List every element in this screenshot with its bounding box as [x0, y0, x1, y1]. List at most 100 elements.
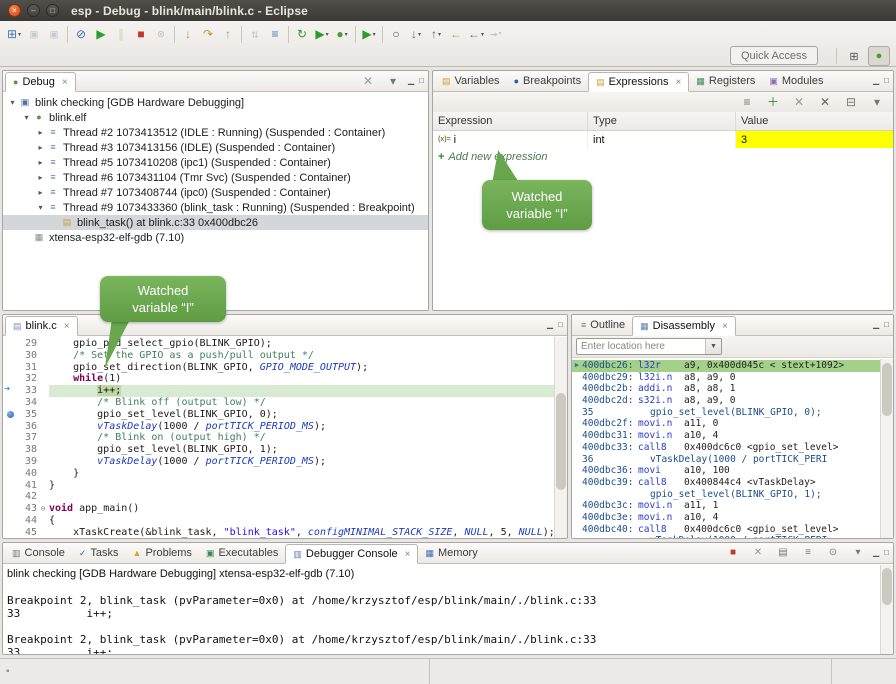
debug-tree-row[interactable]: ▸≡Thread #5 1073410208 (ipc1) (Suspended…	[3, 155, 428, 170]
minimize-view-icon[interactable]: ▁	[873, 549, 879, 557]
disassembly-line[interactable]: 400dbc3e:movi.na10, 4	[572, 512, 893, 524]
next-annotation-icon[interactable]: ↓▾	[406, 24, 426, 44]
editor-line[interactable]: 42	[3, 491, 567, 503]
minimize-view-icon[interactable]: ▁	[873, 321, 879, 329]
minimize-view-icon[interactable]: ▁	[873, 77, 879, 85]
editor-marker-gutter[interactable]	[3, 515, 17, 527]
console-tab-tasks[interactable]: ✓Tasks	[72, 543, 126, 563]
drop-to-frame-icon[interactable]: ⇅	[245, 24, 265, 44]
debug-tree-row[interactable]: ▾≡Thread #9 1073433360 (blink_task : Run…	[3, 200, 428, 215]
skip-breakpoints-icon[interactable]: ⊘	[71, 24, 91, 44]
scroll-lock-icon[interactable]: ≡	[798, 543, 818, 563]
remove-launch-icon[interactable]: ✕	[748, 543, 768, 563]
tree-expander-icon[interactable]: ▸	[35, 188, 46, 197]
maximize-view-icon[interactable]: □	[884, 321, 889, 329]
tree-expander-icon[interactable]: ▾	[21, 113, 32, 122]
tree-expander-icon[interactable]: ▸	[35, 128, 46, 137]
disassembly-line[interactable]: ▶400dbc26:l32ra9, 0x400d045c < stext+109…	[572, 360, 893, 372]
editor-line[interactable]: 34 /* Blink off (output low) */	[3, 397, 567, 409]
maximize-view-icon[interactable]: □	[419, 77, 424, 85]
editor-marker-gutter[interactable]	[3, 468, 17, 480]
editor-marker-gutter[interactable]	[3, 444, 17, 456]
disassembly-scrollbar[interactable]	[880, 359, 893, 538]
tab-close-icon[interactable]: ×	[62, 77, 68, 88]
expressions-tab-breakpoints[interactable]: ●Breakpoints	[507, 71, 589, 91]
editor-line[interactable]: 39 vTaskDelay(1000 / portTICK_PERIOD_MS)…	[3, 456, 567, 468]
tab-blink-c[interactable]: ▤ blink.c ×	[5, 316, 78, 336]
maximize-view-icon[interactable]: □	[884, 77, 889, 85]
step-over-icon[interactable]: ↷	[198, 24, 218, 44]
show-type-names-icon[interactable]: ≡	[737, 92, 757, 112]
tree-expander-icon[interactable]: ▸	[35, 143, 46, 152]
debug-tree-row[interactable]: ▾▣blink checking [GDB Hardware Debugging…	[3, 95, 428, 110]
expressions-tab-variables[interactable]: ▤Variables	[435, 71, 507, 91]
editor-marker-gutter[interactable]	[3, 362, 17, 374]
console-scrollbar[interactable]	[880, 565, 893, 654]
editor-marker-gutter[interactable]	[3, 456, 17, 468]
debug-tree-row[interactable]: ▸≡Thread #3 1073413156 (IDLE) (Suspended…	[3, 140, 428, 155]
editor-marker-gutter[interactable]	[3, 421, 17, 433]
editor-line[interactable]: 44{	[3, 515, 567, 527]
remove-all-terminated-icon[interactable]: ✕	[358, 71, 378, 91]
window-minimize-button[interactable]: –	[27, 4, 40, 17]
editor-line[interactable]: ➜33 i++;	[3, 385, 567, 397]
restart-icon[interactable]: ↻	[292, 24, 312, 44]
disassembly-line[interactable]: 36vTaskDelay(1000 / portTICK_PERI	[572, 454, 893, 466]
editor-line[interactable]: 32 while(1)	[3, 373, 567, 385]
disassembly-line[interactable]: 400dbc39:call80x400844c4 <vTaskDelay>	[572, 477, 893, 489]
remove-all-expressions-icon[interactable]: ✕	[815, 92, 835, 112]
disassembly-line[interactable]: 400dbc33:call80x400dc6c0 <gpio_set_level…	[572, 442, 893, 454]
remove-expression-icon[interactable]: ✕	[789, 92, 809, 112]
disassembly-line[interactable]: gpio_set_level(BLINK_GPIO, 1);	[572, 489, 893, 501]
editor-marker-gutter[interactable]	[3, 491, 17, 503]
disassembly-line[interactable]: 400dbc2b:addi.na8, a8, 1	[572, 383, 893, 395]
code-editor[interactable]: 29 gpio_pad_select_gpio(BLINK_GPIO);30 /…	[3, 337, 567, 538]
clear-console-icon[interactable]: ▤	[773, 543, 793, 563]
disassembly-line[interactable]: 400dbc2f:movi.na11, 0	[572, 418, 893, 430]
chevron-down-icon[interactable]: ▼	[705, 339, 721, 354]
debug-tree-row[interactable]: ▾●blink.elf	[3, 110, 428, 125]
editor-line[interactable]: 45 xTaskCreate(&blink_task, "blink_task"…	[3, 527, 567, 538]
tab-close-icon[interactable]: ×	[676, 77, 682, 88]
collapse-all-icon[interactable]: ⊟	[841, 92, 861, 112]
fold-marker-icon[interactable]: ⊖	[37, 503, 49, 515]
tree-expander-icon[interactable]: ▾	[7, 98, 18, 107]
back-icon[interactable]: ←▾	[466, 24, 486, 44]
editor-marker-gutter[interactable]	[3, 480, 17, 492]
editor-marker-gutter[interactable]	[3, 338, 17, 350]
debug-perspective-icon[interactable]: ●	[868, 46, 890, 66]
console-tab-executables[interactable]: ▣Executables	[199, 543, 285, 563]
console-tab-memory[interactable]: ▦Memory	[418, 543, 484, 563]
external-tools-icon[interactable]: ▶▾	[359, 24, 379, 44]
tab-close-icon[interactable]: ×	[722, 321, 728, 332]
editor-line[interactable]: 40 }	[3, 468, 567, 480]
disassembly-line[interactable]: vTaskDelay(1000 / portTICK_PERI	[572, 535, 893, 538]
run-icon[interactable]: ▶▾	[312, 24, 332, 44]
editor-marker-gutter[interactable]	[3, 409, 17, 421]
search-icon[interactable]: ○	[386, 24, 406, 44]
display-selected-console-icon[interactable]: ▾	[848, 543, 868, 563]
editor-marker-gutter[interactable]	[3, 397, 17, 409]
disassembly-line[interactable]: 35gpio_set_level(BLINK_GPIO, 0);	[572, 407, 893, 419]
open-perspective-icon[interactable]: ⊞	[843, 46, 865, 66]
disassembly-line[interactable]: 400dbc40:call80x400dc6c0 <gpio_set_level…	[572, 524, 893, 536]
column-expression[interactable]: Expression	[433, 112, 588, 130]
disconnect-icon[interactable]: ⊗	[151, 24, 171, 44]
editor-line[interactable]: 30 /* Set the GPIO as a push/pull output…	[3, 350, 567, 362]
editor-line[interactable]: 43⊖void app_main()	[3, 503, 567, 515]
tree-expander-icon[interactable]: ▾	[35, 203, 46, 212]
disassembly-line[interactable]: 400dbc36:movia10, 100	[572, 465, 893, 477]
last-edit-location-icon[interactable]: ←	[446, 24, 466, 44]
disassembly-line[interactable]: 400dbc3c:movi.na11, 1	[572, 500, 893, 512]
minimize-view-icon[interactable]: ▁	[547, 321, 553, 329]
view-menu-icon[interactable]: ▾	[383, 71, 403, 91]
resume-icon[interactable]: ▶	[91, 24, 111, 44]
save-icon[interactable]: ▣	[24, 24, 44, 44]
instruction-stepping-icon[interactable]: ≡	[265, 24, 285, 44]
disassembly-line[interactable]: 400dbc2d:s32i.na8, a9, 0	[572, 395, 893, 407]
prev-annotation-icon[interactable]: ↑▾	[426, 24, 446, 44]
console-tab-console[interactable]: ▥Console	[5, 543, 72, 563]
editor-marker-gutter[interactable]	[3, 527, 17, 538]
forward-icon[interactable]: →▾	[486, 24, 506, 44]
disassembly-line[interactable]: 400dbc29:l32i.na8, a9, 0	[572, 372, 893, 384]
